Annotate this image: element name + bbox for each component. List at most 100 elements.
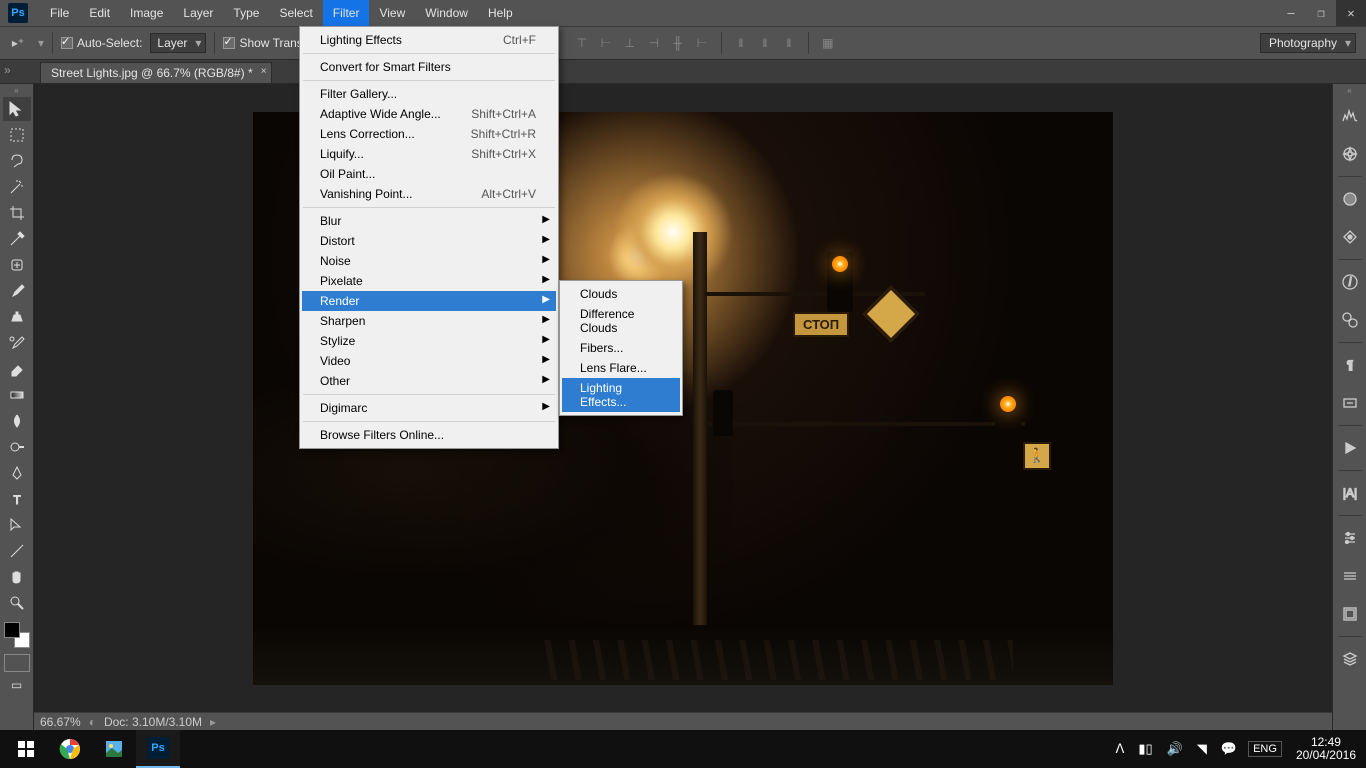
pen-tool[interactable] xyxy=(3,461,31,485)
menu-layer[interactable]: Layer xyxy=(173,0,223,26)
menu-view[interactable]: View xyxy=(369,0,415,26)
brush-tool[interactable] xyxy=(3,279,31,303)
menu-help[interactable]: Help xyxy=(478,0,523,26)
menu-item-adaptive-wide-angle[interactable]: Adaptive Wide Angle...Shift+Ctrl+A xyxy=(302,104,556,124)
toggle-icon[interactable]: » xyxy=(4,63,12,83)
tray-battery-icon[interactable]: ▮▯ xyxy=(1131,741,1159,757)
menu-select[interactable]: Select xyxy=(269,0,322,26)
blur-tool[interactable] xyxy=(3,409,31,433)
menu-filter[interactable]: Filter xyxy=(323,0,370,26)
line-tool[interactable] xyxy=(3,539,31,563)
align-top-icon[interactable]: ⊤ xyxy=(571,32,593,54)
info-panel-icon[interactable]: i xyxy=(1336,268,1364,296)
tray-chevron-icon[interactable]: ᐱ xyxy=(1109,741,1132,757)
align-hcenter-icon[interactable]: ╫ xyxy=(667,32,689,54)
history-panel-icon[interactable] xyxy=(1336,562,1364,590)
menu-item-clouds[interactable]: Clouds xyxy=(562,284,680,304)
tab-close-icon[interactable]: × xyxy=(261,66,267,77)
history-brush-tool[interactable] xyxy=(3,331,31,355)
path-selection-tool[interactable] xyxy=(3,513,31,537)
menu-item-liquify[interactable]: Liquify...Shift+Ctrl+X xyxy=(302,144,556,164)
start-button[interactable] xyxy=(4,730,48,768)
menu-item-video[interactable]: Video▶ xyxy=(302,351,556,371)
tray-notifications-icon[interactable]: 💬 xyxy=(1214,741,1244,757)
menu-window[interactable]: Window xyxy=(415,0,478,26)
quick-mask-toggle[interactable] xyxy=(4,654,30,672)
properties-panel-icon[interactable] xyxy=(1336,306,1364,334)
collapse-toggle-icon[interactable]: » xyxy=(0,86,33,96)
menu-item-vanishing-point[interactable]: Vanishing Point...Alt+Ctrl+V xyxy=(302,184,556,204)
color-swatches[interactable] xyxy=(4,622,30,648)
menu-item-filter-gallery[interactable]: Filter Gallery... xyxy=(302,84,556,104)
menu-item-sharpen[interactable]: Sharpen▶ xyxy=(302,311,556,331)
show-transform-checkbox[interactable]: Show Trans xyxy=(223,36,302,50)
eyedropper-tool[interactable] xyxy=(3,227,31,251)
foreground-color[interactable] xyxy=(4,622,20,638)
status-icon[interactable]: ◐ xyxy=(89,715,96,729)
menu-item-pixelate[interactable]: Pixelate▶ xyxy=(302,271,556,291)
align-right-icon[interactable]: ⊢ xyxy=(691,32,713,54)
adjustments-panel-icon[interactable] xyxy=(1336,223,1364,251)
distribute-icon[interactable]: ‖ xyxy=(754,32,776,54)
minimize-button[interactable]: — xyxy=(1276,0,1306,26)
menu-item-difference-clouds[interactable]: Difference Clouds xyxy=(562,304,680,338)
healing-brush-tool[interactable] xyxy=(3,253,31,277)
lasso-tool[interactable] xyxy=(3,149,31,173)
restore-button[interactable]: ❐ xyxy=(1306,0,1336,26)
menu-type[interactable]: Type xyxy=(223,0,269,26)
type-tool[interactable]: T xyxy=(3,487,31,511)
styles-panel-icon[interactable]: |A| xyxy=(1336,479,1364,507)
taskbar-photoshop[interactable]: Ps xyxy=(136,730,180,768)
menu-item-other[interactable]: Other▶ xyxy=(302,371,556,391)
actions-panel-icon[interactable] xyxy=(1336,434,1364,462)
brushes-panel-icon[interactable] xyxy=(1336,524,1364,552)
menu-item-fibers[interactable]: Fibers... xyxy=(562,338,680,358)
taskbar-photo-viewer[interactable] xyxy=(92,730,136,768)
3d-mode-icon[interactable]: ▦ xyxy=(817,32,839,54)
magic-wand-tool[interactable] xyxy=(3,175,31,199)
close-button[interactable]: ✕ xyxy=(1336,0,1366,26)
tray-clock[interactable]: 12:49 20/04/2016 xyxy=(1286,736,1366,762)
menu-image[interactable]: Image xyxy=(120,0,173,26)
channels-panel-icon[interactable] xyxy=(1336,600,1364,628)
tray-volume-icon[interactable]: 🔊 xyxy=(1160,741,1190,757)
clone-stamp-tool[interactable] xyxy=(3,305,31,329)
navigator-panel-icon[interactable] xyxy=(1336,140,1364,168)
menu-item-convert-smart[interactable]: Convert for Smart Filters xyxy=(302,57,556,77)
collapse-toggle-icon[interactable]: « xyxy=(1333,86,1366,96)
menu-item-digimarc[interactable]: Digimarc▶ xyxy=(302,398,556,418)
hand-tool[interactable] xyxy=(3,565,31,589)
marquee-tool[interactable] xyxy=(3,123,31,147)
color-panel-icon[interactable] xyxy=(1336,185,1364,213)
taskbar-chrome[interactable] xyxy=(48,730,92,768)
dodge-tool[interactable] xyxy=(3,435,31,459)
align-bottom-icon[interactable]: ⊥ xyxy=(619,32,641,54)
tool-preset-icon[interactable]: ▸⁺ xyxy=(6,31,30,55)
workspace-selector[interactable]: Photography xyxy=(1260,33,1356,53)
crop-tool[interactable] xyxy=(3,201,31,225)
menu-edit[interactable]: Edit xyxy=(79,0,120,26)
menu-item-lens-flare[interactable]: Lens Flare... xyxy=(562,358,680,378)
menu-item-noise[interactable]: Noise▶ xyxy=(302,251,556,271)
status-menu-icon[interactable]: ▸ xyxy=(210,715,216,729)
move-tool[interactable] xyxy=(3,97,31,121)
auto-select-checkbox[interactable]: Auto-Select: xyxy=(61,36,142,50)
eraser-tool[interactable] xyxy=(3,357,31,381)
menu-item-stylize[interactable]: Stylize▶ xyxy=(302,331,556,351)
document-tab[interactable]: Street Lights.jpg @ 66.7% (RGB/8#) * × xyxy=(40,62,272,83)
paragraph-panel-icon[interactable]: ¶ xyxy=(1336,351,1364,379)
screen-mode-icon[interactable]: ▭ xyxy=(3,673,31,697)
zoom-tool[interactable] xyxy=(3,591,31,615)
menu-item-browse-online[interactable]: Browse Filters Online... xyxy=(302,425,556,445)
tray-language[interactable]: ENG xyxy=(1248,741,1282,757)
character-panel-icon[interactable] xyxy=(1336,389,1364,417)
menu-file[interactable]: File xyxy=(40,0,79,26)
layers-panel-icon[interactable] xyxy=(1336,645,1364,673)
tray-wifi-icon[interactable]: ◥ xyxy=(1190,741,1214,757)
menu-item-last-filter[interactable]: Lighting EffectsCtrl+F xyxy=(302,30,556,50)
align-vcenter-icon[interactable]: ⊢ xyxy=(595,32,617,54)
histogram-panel-icon[interactable] xyxy=(1336,102,1364,130)
align-left-icon[interactable]: ⊣ xyxy=(643,32,665,54)
menu-item-render[interactable]: Render▶ xyxy=(302,291,556,311)
gradient-tool[interactable] xyxy=(3,383,31,407)
